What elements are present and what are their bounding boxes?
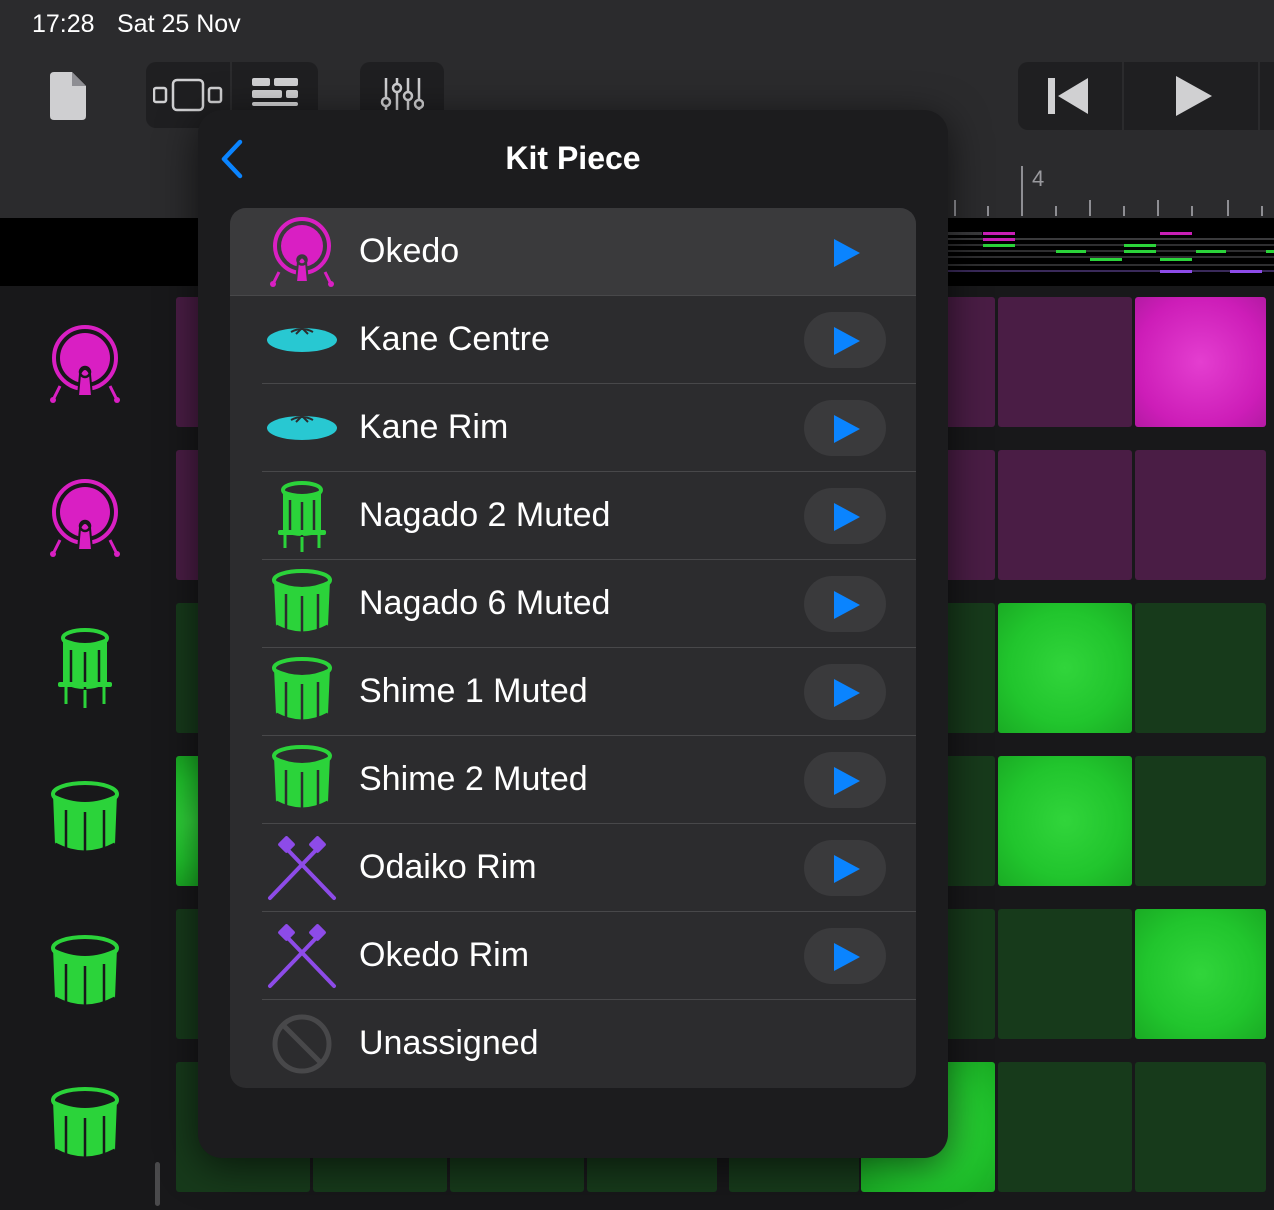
document-icon[interactable] xyxy=(48,72,88,120)
barrel-drum-icon xyxy=(272,745,332,811)
preview-button[interactable] xyxy=(804,928,886,984)
kit-item-label: Kane Centre xyxy=(359,320,550,358)
grid-cell-active[interactable] xyxy=(998,603,1132,733)
grid-cell[interactable] xyxy=(945,756,995,886)
kit-item-kane-rim[interactable]: Kane Rim xyxy=(230,384,916,472)
barrel-drum-icon[interactable] xyxy=(44,934,126,1016)
grid-cell[interactable] xyxy=(1135,450,1266,580)
okedo-drum-icon[interactable] xyxy=(44,476,126,558)
kit-item-nagado-2-muted[interactable]: Nagado 2 Muted xyxy=(230,472,916,560)
preview-button[interactable] xyxy=(804,224,886,280)
grid-cell[interactable] xyxy=(945,909,995,1039)
prohibited-icon xyxy=(272,1014,332,1074)
play-icon[interactable] xyxy=(1174,74,1214,118)
sliders-icon xyxy=(380,78,424,110)
grid-cell[interactable] xyxy=(998,297,1132,427)
preview-button[interactable] xyxy=(804,576,886,632)
crossed-sticks-icon xyxy=(268,924,336,988)
tall-drum-icon[interactable] xyxy=(44,626,126,708)
kit-item-label: Nagado 2 Muted xyxy=(359,496,611,534)
popover-title: Kit Piece xyxy=(505,140,641,176)
kit-piece-list: Okedo Kane Centre Kane Rim Nagado 2 Mute… xyxy=(230,208,916,1088)
kit-item-label: Shime 1 Muted xyxy=(359,672,588,710)
play-icon xyxy=(834,239,860,267)
play-icon xyxy=(834,855,860,883)
kit-item-okedo[interactable]: Okedo xyxy=(230,208,916,296)
play-icon xyxy=(834,415,860,443)
kit-item-label: Okedo Rim xyxy=(359,936,530,974)
kit-item-label: Unassigned xyxy=(359,1024,539,1062)
grid-cell[interactable] xyxy=(1135,1062,1266,1192)
play-icon xyxy=(834,679,860,707)
grid-cell[interactable] xyxy=(1135,603,1266,733)
kit-item-label: Shime 2 Muted xyxy=(359,760,588,798)
kit-piece-popover: Kit Piece Okedo Kane Centre Kane Rim Nag… xyxy=(198,110,948,1158)
play-icon xyxy=(834,327,860,355)
grid-cell[interactable] xyxy=(998,450,1132,580)
grid-cell[interactable] xyxy=(1135,756,1266,886)
grid-cell-active[interactable] xyxy=(1135,909,1266,1039)
grid-cell-active[interactable] xyxy=(998,756,1132,886)
kit-item-shime-1-muted[interactable]: Shime 1 Muted xyxy=(230,648,916,736)
grid-cell[interactable] xyxy=(945,297,995,427)
barrel-drum-icon xyxy=(272,569,332,635)
scroll-handle[interactable] xyxy=(155,1162,160,1206)
kit-item-unassigned[interactable]: Unassigned xyxy=(230,1000,916,1088)
barrel-drum-icon[interactable] xyxy=(44,1086,126,1168)
grid-cell[interactable] xyxy=(945,603,995,733)
status-date: Sat 25 Nov xyxy=(117,10,241,38)
kane-gong-icon xyxy=(267,414,337,440)
kit-item-shime-2-muted[interactable]: Shime 2 Muted xyxy=(230,736,916,824)
crossed-sticks-icon xyxy=(268,836,336,900)
play-icon xyxy=(834,943,860,971)
barrel-drum-icon[interactable] xyxy=(44,780,126,862)
tall-drum-icon xyxy=(278,481,326,552)
preview-button[interactable] xyxy=(804,664,886,720)
play-icon xyxy=(834,591,860,619)
kit-item-label: Odaiko Rim xyxy=(359,848,537,886)
transport-divider xyxy=(1258,62,1260,130)
kit-item-okedo-rim[interactable]: Okedo Rim xyxy=(230,912,916,1000)
okedo-drum-icon xyxy=(270,217,334,287)
preview-button[interactable] xyxy=(804,840,886,896)
kit-item-label: Kane Rim xyxy=(359,408,509,446)
grid-cell[interactable] xyxy=(998,1062,1132,1192)
kit-item-nagado-6-muted[interactable]: Nagado 6 Muted xyxy=(230,560,916,648)
play-icon xyxy=(834,767,860,795)
barrel-drum-icon xyxy=(272,657,332,723)
grid-view-icon[interactable] xyxy=(250,76,300,110)
bar-number: 4 xyxy=(1032,166,1045,191)
kit-item-label: Okedo xyxy=(359,232,460,270)
tracks-view-icon[interactable] xyxy=(153,78,223,112)
preview-button[interactable] xyxy=(804,312,886,368)
kit-item-odaiko-rim[interactable]: Odaiko Rim xyxy=(230,824,916,912)
grid-cell[interactable] xyxy=(998,909,1132,1039)
transport-controls xyxy=(1018,62,1274,130)
kit-item-label: Nagado 6 Muted xyxy=(359,584,611,622)
preview-button[interactable] xyxy=(804,488,886,544)
grid-cell[interactable] xyxy=(945,450,995,580)
kit-item-kane-centre[interactable]: Kane Centre xyxy=(230,296,916,384)
status-time: 17:28 xyxy=(32,10,95,38)
okedo-drum-icon[interactable] xyxy=(44,322,126,404)
rewind-icon[interactable] xyxy=(1046,76,1090,116)
play-icon xyxy=(834,503,860,531)
transport-divider xyxy=(1122,62,1124,130)
kane-gong-icon xyxy=(267,326,337,352)
preview-button[interactable] xyxy=(804,400,886,456)
preview-button[interactable] xyxy=(804,752,886,808)
grid-cell-active[interactable] xyxy=(1135,297,1266,427)
